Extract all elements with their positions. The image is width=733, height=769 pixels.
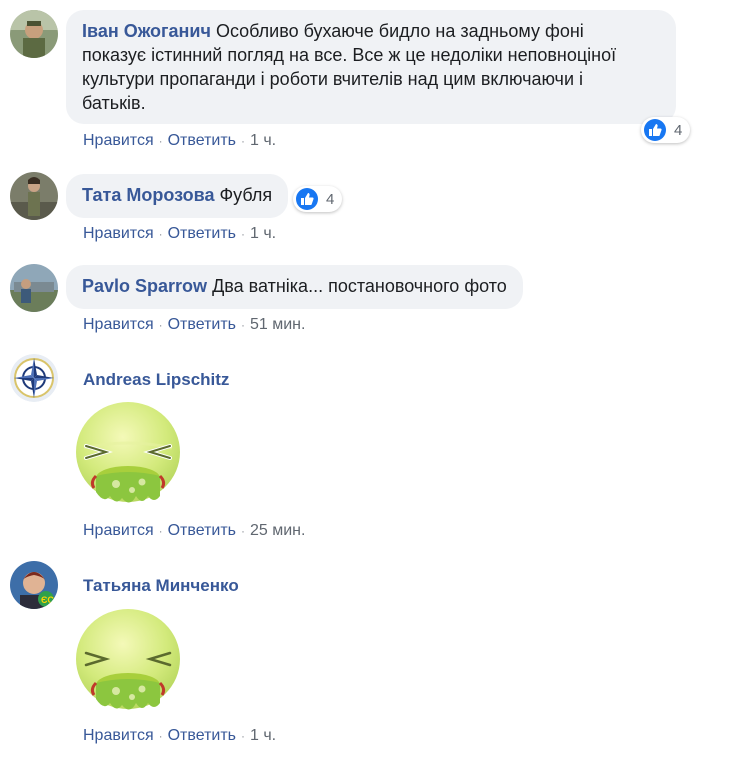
separator: · [158, 227, 163, 241]
separator: · [241, 524, 245, 538]
comment-text: Два ватніка... постановочного фото [212, 276, 507, 296]
comment-text-line1: Особливо бухаюче бидло на задньому фоні [215, 21, 584, 41]
separator: · [241, 227, 245, 241]
reply-link[interactable]: Ответить [168, 727, 236, 744]
comment-text-line3: культури пропаганди і роботи вчителів на… [82, 69, 583, 89]
avatar-tata[interactable] [10, 172, 58, 220]
separator: · [241, 134, 245, 148]
avatar-tatyana[interactable]: ЄС [10, 561, 58, 609]
timestamp[interactable]: 1 ч. [250, 132, 276, 149]
comment-author[interactable]: Тата Морозова [82, 185, 214, 205]
reaction-number: 4 [326, 190, 335, 208]
comment-actions: Нравится · Ответить · 1 ч. [83, 132, 276, 150]
reaction-count[interactable]: 4 [641, 117, 691, 143]
vomit-sticker [72, 605, 184, 717]
like-link[interactable]: Нравится [83, 132, 154, 149]
comment-actions: Нравится · Ответить · 1 ч. [83, 727, 276, 745]
avatar-pavlo[interactable] [10, 264, 58, 312]
comment-bubble: Іван Ожоганич Особливо бухаюче бидло на … [66, 10, 676, 124]
comment-actions: Нравится · Ответить · 1 ч. [83, 225, 276, 243]
separator: · [158, 134, 163, 148]
svg-text:ЄС: ЄС [41, 595, 54, 605]
reaction-number: 4 [674, 121, 683, 139]
like-link[interactable]: Нравится [83, 225, 154, 242]
reply-link[interactable]: Ответить [168, 316, 236, 333]
comment-actions: Нравится · Ответить · 25 мин. [83, 522, 305, 540]
like-icon [296, 188, 318, 210]
timestamp[interactable]: 1 ч. [250, 727, 276, 744]
avatar-andreas[interactable] [10, 354, 58, 402]
separator: · [158, 524, 163, 538]
comment-text-line4: батьків. [82, 93, 146, 113]
reply-link[interactable]: Ответить [168, 132, 236, 149]
comment-author[interactable]: Татьяна Минченко [83, 576, 239, 596]
nato-compass-icon [10, 354, 58, 402]
reaction-count[interactable]: 4 [293, 186, 343, 212]
comment-bubble: Pavlo Sparrow Два ватніка... постановочн… [66, 265, 523, 309]
separator: · [158, 318, 163, 332]
separator: · [241, 729, 245, 743]
comment-author[interactable]: Pavlo Sparrow [82, 276, 207, 296]
avatar-ivan[interactable] [10, 10, 58, 58]
like-link[interactable]: Нравится [83, 727, 154, 744]
timestamp[interactable]: 1 ч. [250, 225, 276, 242]
comment-author[interactable]: Andreas Lipschitz [83, 370, 229, 390]
like-link[interactable]: Нравится [83, 522, 154, 539]
comment-bubble: Тата Морозова Фубля [66, 174, 289, 218]
reply-link[interactable]: Ответить [168, 522, 236, 539]
timestamp[interactable]: 51 мин. [250, 316, 305, 333]
comment-actions: Нравится · Ответить · 51 мин. [83, 316, 305, 334]
vomit-sticker [72, 398, 184, 510]
separator: · [158, 729, 163, 743]
timestamp[interactable]: 25 мин. [250, 522, 305, 539]
comment-text-line2: показує істинний погляд на все. Все ж це… [82, 45, 617, 65]
reply-link[interactable]: Ответить [168, 225, 236, 242]
like-icon [644, 119, 666, 141]
comment-text: Фубля [219, 185, 273, 205]
comment-author[interactable]: Іван Ожоганич [82, 21, 211, 41]
separator: · [241, 318, 245, 332]
like-link[interactable]: Нравится [83, 316, 154, 333]
